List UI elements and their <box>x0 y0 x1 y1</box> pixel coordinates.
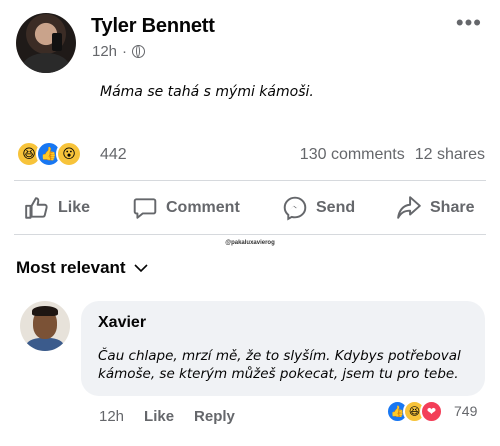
more-options-icon[interactable]: ••• <box>456 12 482 34</box>
post-stats: 130 comments 12 shares <box>300 146 485 164</box>
post-meta: 12h · <box>92 43 146 60</box>
comment-like-button[interactable]: Like <box>144 408 174 425</box>
meta-separator: · <box>122 43 128 60</box>
comment-author-name[interactable]: Xavier <box>98 314 146 332</box>
send-button-label: Send <box>316 199 356 216</box>
comment-button[interactable]: Comment <box>132 188 240 228</box>
comment-reaction-count[interactable]: 749 <box>454 403 477 419</box>
author-avatar[interactable] <box>16 13 76 73</box>
divider <box>14 234 486 235</box>
chevron-down-icon <box>134 264 148 273</box>
love-reaction-icon: ❤ <box>420 400 443 423</box>
post-time[interactable]: 12h <box>92 43 117 60</box>
comment-time[interactable]: 12h <box>99 408 124 425</box>
like-button-label: Like <box>58 199 91 216</box>
comment-icon <box>133 198 157 219</box>
post-reaction-count[interactable]: 442 <box>100 146 127 164</box>
post-action-bar: Like Comment Send Share <box>0 188 500 228</box>
comment-reactions[interactable]: 👍 😆 ❤ <box>386 400 443 423</box>
comment-reply-button[interactable]: Reply <box>194 408 235 425</box>
comment-text: Čau chlape, mrzí mě, že to slyším. Kdyby… <box>98 348 461 382</box>
shares-count[interactable]: 12 shares <box>415 146 485 164</box>
comment-sort-dropdown[interactable]: Most relevant <box>16 258 148 278</box>
comments-count[interactable]: 130 comments <box>300 146 405 164</box>
send-button[interactable]: Send <box>282 188 355 228</box>
watermark: @pakaluxavierog <box>225 240 275 246</box>
like-button[interactable]: Like <box>24 188 90 228</box>
post-text: Máma se tahá s mými kámoši. <box>100 84 314 100</box>
post-author-name[interactable]: Tyler Bennett <box>91 15 215 38</box>
post-reactions[interactable]: 😆 👍 😮 <box>16 141 82 167</box>
messenger-icon <box>283 196 307 221</box>
comment-meta: 12h Like Reply <box>99 408 235 425</box>
share-button-label: Share <box>430 199 475 216</box>
commenter-avatar[interactable] <box>20 301 70 351</box>
thumbs-up-icon <box>25 197 48 219</box>
sort-label: Most relevant <box>16 258 126 277</box>
share-button[interactable]: Share <box>396 188 474 228</box>
divider <box>14 180 486 181</box>
wow-reaction-icon: 😮 <box>56 141 82 167</box>
share-arrow-icon <box>397 196 421 219</box>
comment-button-label: Comment <box>166 199 240 216</box>
globe-icon <box>132 45 146 58</box>
